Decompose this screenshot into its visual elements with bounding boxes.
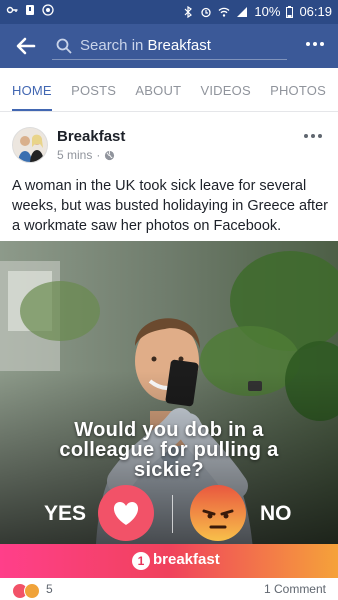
- notification-icon: [26, 5, 34, 15]
- post-image[interactable]: [0, 241, 338, 578]
- brand-logo-badge: 1: [132, 552, 150, 570]
- bluetooth-icon: [184, 5, 193, 18]
- search-placeholder: Search in Breakfast: [80, 37, 211, 54]
- wifi-icon: [218, 7, 230, 17]
- post-meta: 5 mins ·: [57, 148, 115, 162]
- yes-label: YES: [44, 502, 87, 525]
- alarm-icon: [201, 7, 212, 17]
- search-icon: [56, 38, 72, 54]
- search-input[interactable]: Search in Breakfast: [52, 32, 287, 60]
- status-bar: 10% 06:19: [0, 0, 338, 24]
- comment-count[interactable]: 1 Comment: [264, 582, 326, 596]
- post-text: A woman in the UK took sick leave for se…: [12, 178, 328, 234]
- post-time[interactable]: 5 mins: [57, 148, 92, 162]
- angry-face-icon: [190, 485, 246, 541]
- tab-home[interactable]: HOME: [12, 68, 52, 111]
- angry-reaction-icon: [24, 583, 40, 599]
- more-options-icon[interactable]: [306, 42, 324, 46]
- post-options-icon[interactable]: [304, 134, 322, 138]
- brand-logo-text: breakfast: [153, 551, 220, 568]
- reaction-icons[interactable]: [12, 583, 40, 599]
- reaction-count[interactable]: 5: [46, 582, 53, 596]
- headline-line-2: colleague for pulling a: [59, 439, 279, 461]
- headline-line-3: sickie?: [134, 459, 204, 481]
- clock: 06:19: [299, 4, 332, 19]
- tab-about[interactable]: ABOUT: [135, 68, 181, 111]
- image-headline: Would you dob in a colleague for pulling…: [0, 420, 338, 480]
- tab-posts[interactable]: POSTS: [71, 68, 116, 111]
- tab-photos[interactable]: PHOTOS: [270, 68, 326, 111]
- globe-icon: [105, 150, 115, 160]
- post-header: Breakfast 5 mins ·: [0, 112, 338, 174]
- key-icon: [6, 6, 18, 14]
- battery-icon: [286, 5, 294, 18]
- page-name[interactable]: Breakfast: [57, 128, 125, 145]
- reactions-row: 5 1 Comment: [0, 578, 338, 600]
- page-avatar[interactable]: [12, 127, 48, 163]
- headline-line-1: Would you dob in a: [74, 419, 264, 441]
- no-label: NO: [260, 502, 292, 525]
- office-photo: [0, 241, 338, 578]
- meta-separator: ·: [96, 148, 101, 162]
- battery-level: 10%: [254, 4, 281, 19]
- whatsapp-icon: [42, 4, 54, 16]
- heart-icon: [98, 485, 154, 541]
- back-arrow-icon[interactable]: [14, 34, 38, 58]
- vote-divider: [172, 495, 173, 533]
- app-bar: Search in Breakfast: [0, 24, 338, 68]
- page-tabs: HOME POSTS ABOUT VIDEOS PHOTOS: [0, 68, 338, 112]
- tab-videos[interactable]: VIDEOS: [200, 68, 250, 111]
- signal-icon: [237, 6, 248, 17]
